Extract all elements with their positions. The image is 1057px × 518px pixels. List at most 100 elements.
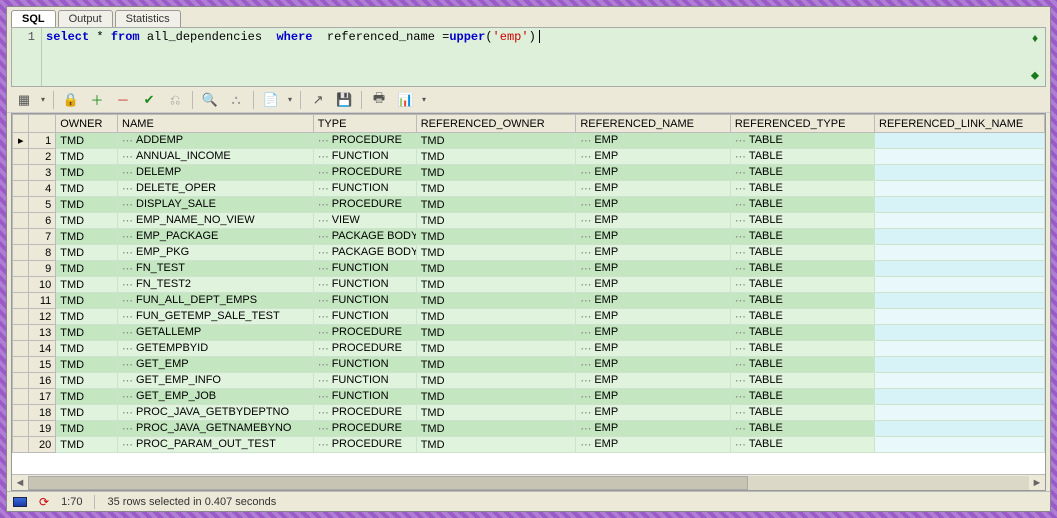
cell-ref-link[interactable] xyxy=(875,421,1045,437)
cell-name[interactable]: ⋯EMP_PACKAGE xyxy=(118,229,314,245)
table-row[interactable]: 15TMD⋯GET_EMP⋯FUNCTIONTMD⋯EMP⋯TABLE xyxy=(13,357,1045,373)
cell-owner[interactable]: TMD xyxy=(56,293,118,309)
cell-ref-owner[interactable]: TMD xyxy=(416,389,576,405)
tab-statistics[interactable]: Statistics xyxy=(115,10,181,27)
cell-type[interactable]: ⋯FUNCTION xyxy=(313,277,416,293)
cell-ref-name[interactable]: ⋯EMP xyxy=(576,133,730,149)
cell-type[interactable]: ⋯FUNCTION xyxy=(313,261,416,277)
cell-name[interactable]: ⋯GET_EMP xyxy=(118,357,314,373)
cell-owner[interactable]: TMD xyxy=(56,261,118,277)
cell-ref-owner[interactable]: TMD xyxy=(416,149,576,165)
cell-owner[interactable]: TMD xyxy=(56,245,118,261)
col-type[interactable]: TYPE xyxy=(313,115,416,133)
cell-ref-name[interactable]: ⋯EMP xyxy=(576,357,730,373)
cell-ref-owner[interactable]: TMD xyxy=(416,245,576,261)
table-row[interactable]: ▸1TMD⋯ADDEMP⋯PROCEDURETMD⋯EMP⋯TABLE xyxy=(13,133,1045,149)
filter-icon[interactable]: ⛬ xyxy=(227,91,245,109)
cell-ref-name[interactable]: ⋯EMP xyxy=(576,373,730,389)
cell-name[interactable]: ⋯DELEMP xyxy=(118,165,314,181)
cell-type[interactable]: ⋯FUNCTION xyxy=(313,373,416,389)
cell-owner[interactable]: TMD xyxy=(56,229,118,245)
table-row[interactable]: 7TMD⋯EMP_PACKAGE⋯PACKAGE BODYTMD⋯EMP⋯TAB… xyxy=(13,229,1045,245)
grid-icon[interactable]: ▦ xyxy=(15,91,33,109)
cell-ref-name[interactable]: ⋯EMP xyxy=(576,229,730,245)
cell-ref-type[interactable]: ⋯TABLE xyxy=(730,309,874,325)
cell-owner[interactable]: TMD xyxy=(56,309,118,325)
cell-ref-owner[interactable]: TMD xyxy=(416,133,576,149)
cell-ref-type[interactable]: ⋯TABLE xyxy=(730,277,874,293)
tab-output[interactable]: Output xyxy=(58,10,113,27)
cell-ref-owner[interactable]: TMD xyxy=(416,293,576,309)
cell-owner[interactable]: TMD xyxy=(56,389,118,405)
cell-name[interactable]: ⋯GET_EMP_INFO xyxy=(118,373,314,389)
cell-type[interactable]: ⋯VIEW xyxy=(313,213,416,229)
print-icon[interactable]: 🖶 xyxy=(370,91,388,109)
cell-owner[interactable]: TMD xyxy=(56,277,118,293)
cell-ref-owner[interactable]: TMD xyxy=(416,213,576,229)
cell-name[interactable]: ⋯PROC_PARAM_OUT_TEST xyxy=(118,437,314,453)
cell-name[interactable]: ⋯ADDEMP xyxy=(118,133,314,149)
table-row[interactable]: 17TMD⋯GET_EMP_JOB⋯FUNCTIONTMD⋯EMP⋯TABLE xyxy=(13,389,1045,405)
cell-ref-name[interactable]: ⋯EMP xyxy=(576,261,730,277)
table-row[interactable]: 13TMD⋯GETALLEMP⋯PROCEDURETMD⋯EMP⋯TABLE xyxy=(13,325,1045,341)
table-row[interactable]: 4TMD⋯DELETE_OPER⋯FUNCTIONTMD⋯EMP⋯TABLE xyxy=(13,181,1045,197)
cell-ref-type[interactable]: ⋯TABLE xyxy=(730,373,874,389)
cell-ref-name[interactable]: ⋯EMP xyxy=(576,197,730,213)
cell-ref-owner[interactable]: TMD xyxy=(416,357,576,373)
cell-ref-owner[interactable]: TMD xyxy=(416,405,576,421)
nav-up-icon[interactable]: ♦ xyxy=(1032,31,1038,45)
cell-ref-link[interactable] xyxy=(875,373,1045,389)
cell-name[interactable]: ⋯GET_EMP_JOB xyxy=(118,389,314,405)
col-owner[interactable]: OWNER xyxy=(56,115,118,133)
cell-owner[interactable]: TMD xyxy=(56,405,118,421)
cell-ref-owner[interactable]: TMD xyxy=(416,373,576,389)
col-ref-owner[interactable]: REFERENCED_OWNER xyxy=(416,115,576,133)
cell-name[interactable]: ⋯FUN_GETEMP_SALE_TEST xyxy=(118,309,314,325)
delete-row-icon[interactable]: － xyxy=(114,91,132,109)
rollback-icon[interactable]: ⎌ xyxy=(166,91,184,109)
col-ref-type[interactable]: REFERENCED_TYPE xyxy=(730,115,874,133)
cell-type[interactable]: ⋯PROCEDURE xyxy=(313,165,416,181)
cell-ref-name[interactable]: ⋯EMP xyxy=(576,341,730,357)
horizontal-scrollbar[interactable]: ◄ ► xyxy=(12,474,1045,490)
cell-ref-owner[interactable]: TMD xyxy=(416,181,576,197)
cell-ref-link[interactable] xyxy=(875,149,1045,165)
chart-icon[interactable]: 📊 xyxy=(396,91,414,109)
cell-ref-name[interactable]: ⋯EMP xyxy=(576,437,730,453)
col-ref-name[interactable]: REFERENCED_NAME xyxy=(576,115,730,133)
cell-type[interactable]: ⋯PROCEDURE xyxy=(313,197,416,213)
cell-type[interactable]: ⋯PACKAGE BODY xyxy=(313,229,416,245)
cell-name[interactable]: ⋯EMP_NAME_NO_VIEW xyxy=(118,213,314,229)
cell-owner[interactable]: TMD xyxy=(56,181,118,197)
cell-type[interactable]: ⋯FUNCTION xyxy=(313,389,416,405)
cell-ref-type[interactable]: ⋯TABLE xyxy=(730,149,874,165)
cell-ref-type[interactable]: ⋯TABLE xyxy=(730,213,874,229)
cell-ref-name[interactable]: ⋯EMP xyxy=(576,293,730,309)
cell-ref-name[interactable]: ⋯EMP xyxy=(576,405,730,421)
cell-ref-link[interactable] xyxy=(875,357,1045,373)
cell-owner[interactable]: TMD xyxy=(56,357,118,373)
save-icon[interactable]: 💾 xyxy=(335,91,353,109)
cell-owner[interactable]: TMD xyxy=(56,341,118,357)
add-row-icon[interactable]: ＋ xyxy=(88,91,106,109)
cell-type[interactable]: ⋯FUNCTION xyxy=(313,181,416,197)
cell-ref-type[interactable]: ⋯TABLE xyxy=(730,197,874,213)
cell-owner[interactable]: TMD xyxy=(56,325,118,341)
table-row[interactable]: 8TMD⋯EMP_PKG⋯PACKAGE BODYTMD⋯EMP⋯TABLE xyxy=(13,245,1045,261)
cell-ref-type[interactable]: ⋯TABLE xyxy=(730,181,874,197)
cell-ref-name[interactable]: ⋯EMP xyxy=(576,421,730,437)
cell-ref-link[interactable] xyxy=(875,181,1045,197)
cell-name[interactable]: ⋯GETALLEMP xyxy=(118,325,314,341)
refresh-icon[interactable]: ⟳ xyxy=(39,495,49,509)
cell-name[interactable]: ⋯FN_TEST xyxy=(118,261,314,277)
table-row[interactable]: 3TMD⋯DELEMP⋯PROCEDURETMD⋯EMP⋯TABLE xyxy=(13,165,1045,181)
cell-ref-owner[interactable]: TMD xyxy=(416,197,576,213)
cell-ref-type[interactable]: ⋯TABLE xyxy=(730,421,874,437)
cell-type[interactable]: ⋯FUNCTION xyxy=(313,357,416,373)
cell-name[interactable]: ⋯PROC_JAVA_GETBYDEPTNO xyxy=(118,405,314,421)
cell-ref-name[interactable]: ⋯EMP xyxy=(576,149,730,165)
cell-ref-link[interactable] xyxy=(875,197,1045,213)
cell-ref-type[interactable]: ⋯TABLE xyxy=(730,341,874,357)
cell-ref-owner[interactable]: TMD xyxy=(416,229,576,245)
cell-ref-name[interactable]: ⋯EMP xyxy=(576,325,730,341)
